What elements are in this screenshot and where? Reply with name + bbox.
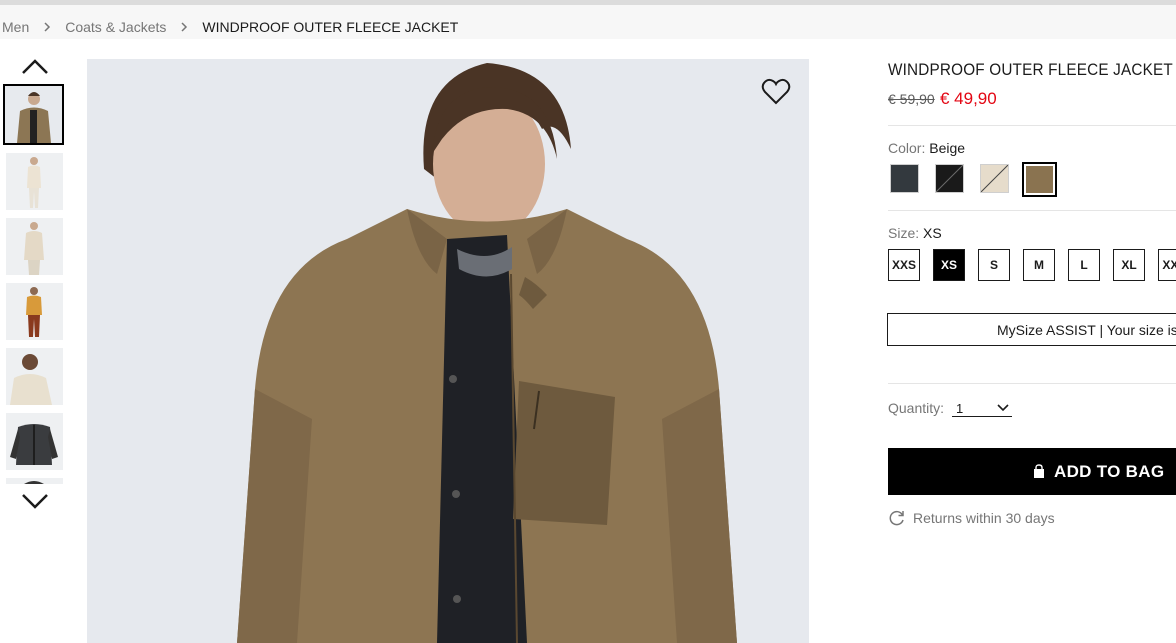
breadcrumb-current: WINDPROOF OUTER FLEECE JACKET (202, 19, 459, 35)
thumbnail-2[interactable] (6, 153, 63, 210)
returns-info: Returns within 30 days (888, 509, 1055, 527)
refresh-icon (889, 510, 904, 526)
breadcrumb: Men Coats & Jackets WINDPROOF OUTER FLEE… (2, 19, 458, 35)
thumbnail-6[interactable] (6, 413, 63, 470)
quantity-select[interactable]: 1 (952, 400, 1012, 417)
mysize-assist-label: MySize ASSIST | Your size is (997, 321, 1176, 338)
size-option-m[interactable]: M (1023, 249, 1055, 281)
chevron-up-icon[interactable] (20, 56, 50, 78)
thumbnail-4[interactable] (6, 283, 63, 340)
size-option-s[interactable]: S (978, 249, 1010, 281)
color-swatch-charcoal[interactable] (890, 164, 919, 193)
breadcrumb-men[interactable]: Men (2, 19, 29, 35)
chevron-right-icon (44, 22, 51, 32)
chevron-down-icon[interactable] (20, 490, 50, 512)
divider (888, 210, 1176, 211)
size-value: XS (923, 225, 942, 241)
add-to-bag-button[interactable]: ADD TO BAG (888, 448, 1176, 495)
chevron-down-icon (997, 404, 1009, 412)
bag-icon (1034, 464, 1044, 478)
size-label: Size: (888, 225, 920, 241)
color-label-row: Color: Beige (888, 140, 965, 156)
color-swatch-off-white[interactable] (980, 164, 1009, 193)
color-value: Beige (929, 140, 966, 156)
size-option-xl[interactable]: XL (1113, 249, 1145, 281)
color-swatch-black[interactable] (935, 164, 964, 193)
thumbnail-5[interactable] (6, 348, 63, 405)
original-price: € 59,90 (888, 91, 935, 107)
breadcrumb-bar: Men Coats & Jackets WINDPROOF OUTER FLEE… (0, 5, 1176, 39)
breadcrumb-coats-jackets[interactable]: Coats & Jackets (65, 19, 166, 35)
quantity-label: Quantity: (888, 400, 945, 416)
chevron-right-icon (181, 22, 188, 32)
color-swatch-brown[interactable] (1022, 162, 1057, 197)
thumbnail-3[interactable] (6, 218, 63, 275)
thumbnail-7[interactable] (6, 478, 63, 484)
mysize-assist-button[interactable]: MySize ASSIST | Your size is (887, 313, 1176, 346)
size-option-xxl[interactable]: XXL (1158, 249, 1176, 281)
divider (888, 125, 1176, 126)
sale-price: € 49,90 (940, 89, 997, 108)
size-option-l[interactable]: L (1068, 249, 1100, 281)
size-label-row: Size: XS (888, 225, 942, 241)
product-title: WINDPROOF OUTER FLEECE JACKET (888, 60, 1173, 79)
heart-icon[interactable] (760, 76, 792, 108)
returns-label: Returns within 30 days (913, 510, 1055, 526)
product-image (87, 59, 809, 643)
thumbnail-1[interactable] (3, 84, 64, 145)
quantity-value: 1 (956, 401, 964, 416)
add-to-bag-label: ADD TO BAG (1054, 461, 1165, 481)
size-option-xxs[interactable]: XXS (888, 249, 920, 281)
divider (888, 383, 1176, 384)
size-option-xs[interactable]: XS (933, 249, 965, 281)
color-label: Color: (888, 140, 926, 156)
